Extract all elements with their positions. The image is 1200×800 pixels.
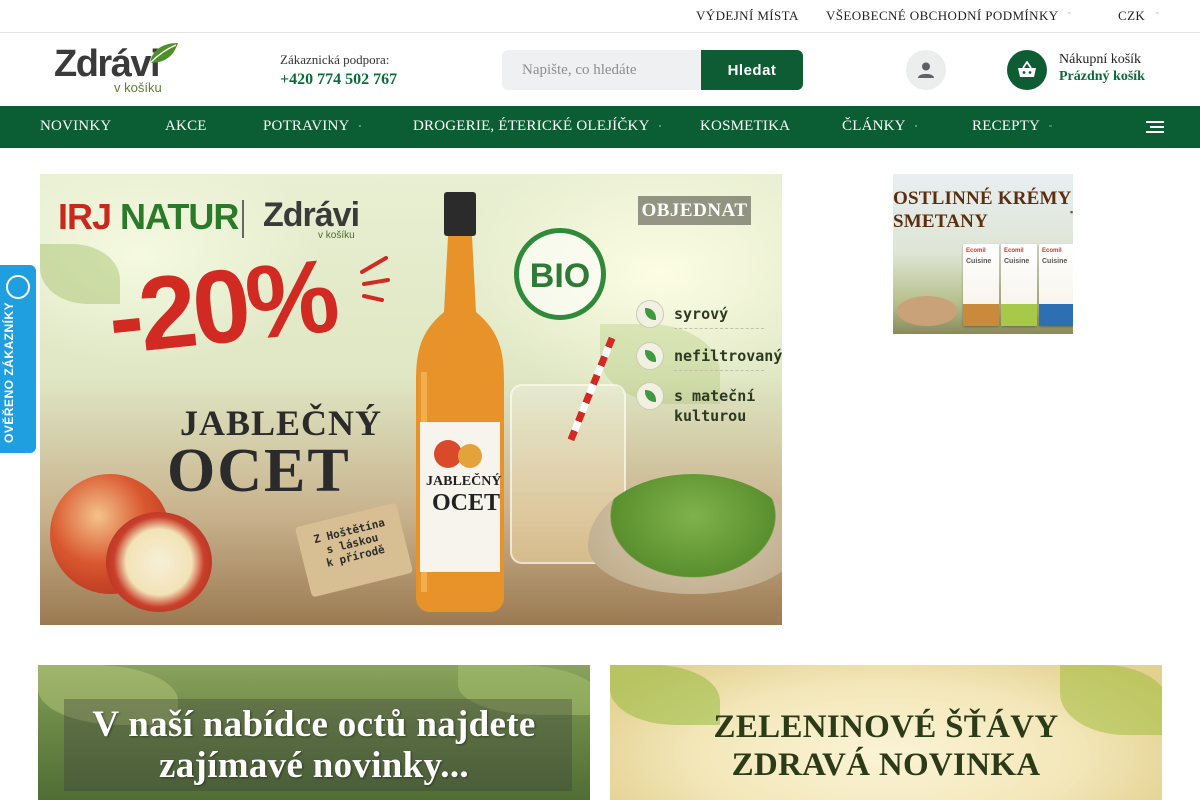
nav-item-clanky[interactable]: ČLÁNKY ▫ (842, 118, 917, 135)
product-title-line2: OCET (167, 437, 351, 505)
hand-tag: Z Hoštětína s láskou k přírodě (294, 502, 414, 598)
bottle-label-line2: OCET (432, 490, 501, 516)
search-button[interactable]: Hledat (701, 50, 803, 90)
support-phone[interactable]: +420 774 502 767 (280, 71, 397, 89)
brand-logo-irj-natur: IRJ NATUR (58, 196, 239, 237)
feature-label: syrový (674, 305, 729, 323)
chevron-down-icon: ▫ (658, 122, 662, 130)
site-logo[interactable]: Zdrávi v košíku (54, 43, 184, 99)
banner-right-line1: ZELENINOVÉ ŠŤÁVY (713, 709, 1059, 745)
carton-brand: Ecomil (1004, 248, 1024, 254)
carton-brand: Ecomil (966, 248, 986, 254)
nav-item-akce[interactable]: AKCE (165, 118, 207, 135)
leaf-check-icon (636, 382, 664, 410)
chevron-down-icon: ▫ (1049, 122, 1052, 130)
nav-item-label: POTRAVINY (263, 118, 350, 134)
chevron-down-icon: ▫ (914, 122, 918, 130)
side-banner-line1: OSTLINNÉ KRÉMY (893, 188, 1072, 209)
feature-label: nefiltrovaný (674, 347, 782, 365)
bio-badge: BIO (514, 228, 606, 320)
nav-item-kosmetika[interactable]: KOSMETIKA (700, 118, 790, 135)
leaf-check-icon (636, 342, 664, 370)
carton-name: Cuisine (966, 258, 992, 265)
bio-badge-label: BIO (529, 257, 591, 295)
currency-chevron-icon[interactable]: ▫ (1156, 9, 1158, 17)
cart-label: Nákupní košík (1059, 52, 1142, 67)
customer-support: Zákaznická podpora: +420 774 502 767 (280, 52, 397, 89)
order-button[interactable]: OBJEDNAT (638, 196, 751, 225)
spark-lines-icon (360, 256, 390, 302)
top-utility-bar: VÝDEJNÍ MÍSTA VŠEOBECNÉ OBCHODNÍ PODMÍNK… (0, 0, 1200, 33)
user-account-button[interactable] (906, 50, 946, 90)
nav-item-recepty[interactable]: RECEPTY ▫ (972, 118, 1052, 135)
logo-subtitle: v košíku (114, 80, 162, 95)
nav-item-label: DROGERIE, ÉTERICKÉ OLEJÍČKY (413, 118, 650, 134)
nav-item-potraviny[interactable]: POTRAVINY ▫ (263, 118, 361, 135)
bottle-label-line1: JABLEČNÝ (426, 474, 502, 489)
nav-item-label: ČLÁNKY (842, 118, 906, 134)
currency-selector[interactable]: CZK (1118, 8, 1145, 24)
nav-item-novinky[interactable]: NOVINKY (40, 118, 111, 135)
chevron-down-icon: ▫ (358, 122, 362, 130)
cart-status: Prázdný košík (1059, 69, 1145, 84)
banner-vegetable-juices[interactable]: ZELENINOVÉ ŠŤÁVY ZDRAVÁ NOVINKA (610, 665, 1162, 800)
product-carton-image: Ecomil Cuisine (963, 244, 999, 326)
support-label: Zákaznická podpora: (280, 52, 390, 67)
nav-item-label: AKCE (165, 118, 207, 134)
banner-vinegar-news[interactable]: V naší nabídce octů najdete zajímavé nov… (38, 665, 590, 800)
main-navigation: NOVINKY AKCE POTRAVINY ▫ DROGERIE, ÉTERIC… (0, 106, 1200, 148)
carton-name: Cuisine (1042, 258, 1068, 265)
feature-label: s mateční kulturou (674, 387, 756, 425)
site-header: Zdrávi v košíku Zákaznická podpora: +420… (0, 33, 1200, 106)
language-dropdown-icon[interactable]: ▫ (1068, 9, 1070, 17)
leaf-check-icon (636, 300, 664, 328)
product-carton-image: Ecomil Cuisine (1039, 244, 1073, 326)
product-carton-image: Ecomil Cuisine (1001, 244, 1037, 326)
basket-icon (1018, 61, 1036, 77)
verified-badge-label: OVĚŘENO ZÁKAZNÍKY (2, 301, 16, 443)
carousel-edge-marker: ▪ (1070, 207, 1074, 217)
apple-half-image (106, 512, 212, 612)
search-form: Hledat (502, 50, 803, 90)
leaf-icon (149, 43, 178, 64)
discount-label: -20% (102, 237, 341, 378)
verified-by-customers-badge[interactable]: OVĚŘENO ZÁKAZNÍKY (0, 265, 36, 453)
carton-name: Cuisine (1004, 258, 1030, 265)
hamburger-icon[interactable] (1146, 121, 1164, 135)
nav-item-drogerie[interactable]: DROGERIE, ÉTERICKÉ OLEJÍČKY ▫ (413, 118, 661, 135)
banner-right-line2: ZDRAVÁ NOVINKA (731, 747, 1041, 783)
cart-summary[interactable]: Nákupní košík Prázdný košík (1059, 52, 1145, 85)
side-banner-line2: SMETANY (893, 211, 988, 232)
nav-item-label: NOVINKY (40, 118, 112, 134)
carton-brand: Ecomil (1042, 248, 1062, 254)
cart-button[interactable] (1007, 50, 1047, 90)
brand-divider (242, 200, 244, 238)
terms-link[interactable]: VŠEOBECNÉ OBCHODNÍ PODMÍNKY (826, 8, 1059, 24)
hero-banner-apple-vinegar[interactable]: IRJ NATUR Zdrávi v košíku OBJEDNAT -20% … (40, 174, 782, 625)
pickup-points-link[interactable]: VÝDEJNÍ MÍSTA (696, 8, 799, 24)
almonds-image (897, 296, 957, 326)
banner-left-line2: zajímavé novinky... (159, 745, 469, 786)
search-input[interactable] (502, 50, 702, 90)
nav-item-label: KOSMETIKA (700, 118, 791, 134)
nav-item-label: RECEPTY (972, 118, 1041, 134)
user-icon (918, 62, 934, 78)
vinegar-bottle-image (416, 192, 504, 612)
side-banner-plant-creams[interactable]: OSTLINNÉ KRÉMY SMETANY Ecomil Cuisine Ec… (893, 174, 1073, 334)
banner-left-line1: V naší nabídce octů najdete (92, 704, 536, 745)
